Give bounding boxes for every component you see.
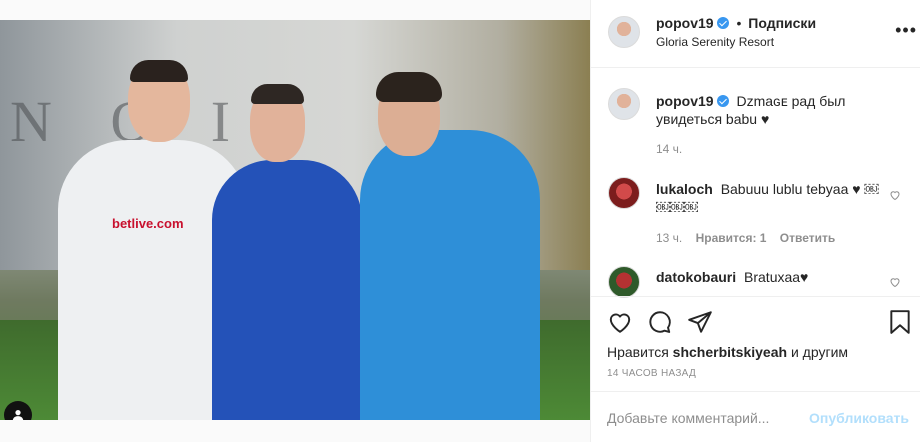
- verified-badge-icon: [716, 17, 729, 29]
- shirt-sponsor-text: betlive.com: [112, 216, 184, 231]
- comment-meta: 13 ч. Нравится: 1 Ответить: [656, 231, 845, 245]
- share-icon[interactable]: [687, 309, 713, 335]
- comment-reply-button[interactable]: Ответить: [780, 231, 835, 245]
- likes-summary: Нравится shcherbitskiyeah и другим: [607, 344, 848, 360]
- comment-text-block: lukaloch Babuuu lublu tebyaa ♥ ￼￼￼￼: [656, 180, 886, 216]
- post-photo[interactable]: N O IA betlive.com: [0, 20, 590, 420]
- comment-likes-count[interactable]: Нравится: 1: [696, 231, 767, 245]
- commenter-username[interactable]: lukaloch: [656, 181, 713, 197]
- commenter-avatar[interactable]: [608, 266, 640, 298]
- publish-comment-button[interactable]: Опубликовать: [809, 410, 909, 426]
- author-username[interactable]: popov19: [656, 15, 714, 31]
- post-side-panel: popov19 • Подписки Gloria Serenity Resor…: [590, 0, 920, 442]
- comments-list: popov19 Dzmaɢᴇ рад был увидеться babu ♥ …: [591, 68, 920, 298]
- verified-badge-icon: [716, 95, 729, 107]
- comment-time[interactable]: 13 ч.: [656, 231, 682, 245]
- header-separator: •: [736, 15, 742, 31]
- likes-user-link[interactable]: shcherbitskiyeah: [673, 344, 787, 360]
- comment-input[interactable]: [607, 410, 807, 426]
- caption-meta: 14 ч.: [656, 142, 692, 156]
- caption-username[interactable]: popov19: [656, 93, 714, 109]
- comment-icon[interactable]: [647, 309, 673, 335]
- caption-text-block: popov19 Dzmaɢᴇ рад был увидеться babu ♥: [656, 92, 886, 128]
- heart-icon[interactable]: [607, 309, 633, 335]
- player-right-jacket: [360, 130, 540, 420]
- player-center-shirt: [212, 160, 362, 420]
- comment-like-heart-icon[interactable]: [889, 276, 901, 288]
- author-avatar[interactable]: [608, 16, 640, 48]
- comment-text-block: datokobauri Bratuxaa♥: [656, 268, 886, 286]
- caption-author-avatar[interactable]: [608, 88, 640, 120]
- comment-like-heart-icon[interactable]: [889, 189, 901, 201]
- user-tag-icon: [12, 410, 24, 420]
- post-location[interactable]: Gloria Serenity Resort: [656, 35, 774, 49]
- caption-time[interactable]: 14 ч.: [656, 142, 682, 156]
- likes-suffix[interactable]: и другим: [791, 344, 848, 360]
- bookmark-icon[interactable]: [887, 309, 913, 335]
- add-comment-bar: Опубликовать: [591, 391, 920, 442]
- post-header: popov19 • Подписки Gloria Serenity Resor…: [591, 0, 920, 68]
- post-actions: Нравится shcherbitskiyeah и другим 14 ча…: [591, 296, 920, 391]
- player-center-hair: [251, 84, 304, 104]
- player-left-hair: [130, 60, 188, 82]
- following-button[interactable]: Подписки: [748, 15, 816, 31]
- more-horizontal-icon[interactable]: •••: [895, 20, 917, 41]
- commenter-avatar[interactable]: [608, 177, 640, 209]
- likes-prefix: Нравится: [607, 344, 669, 360]
- post-timestamp[interactable]: 14 часов назад: [607, 368, 696, 379]
- comment-text: Bratuxaa♥: [744, 269, 809, 285]
- header-line: popov19 • Подписки: [656, 15, 816, 31]
- commenter-username[interactable]: datokobauri: [656, 269, 736, 285]
- player-right-hair: [376, 72, 442, 102]
